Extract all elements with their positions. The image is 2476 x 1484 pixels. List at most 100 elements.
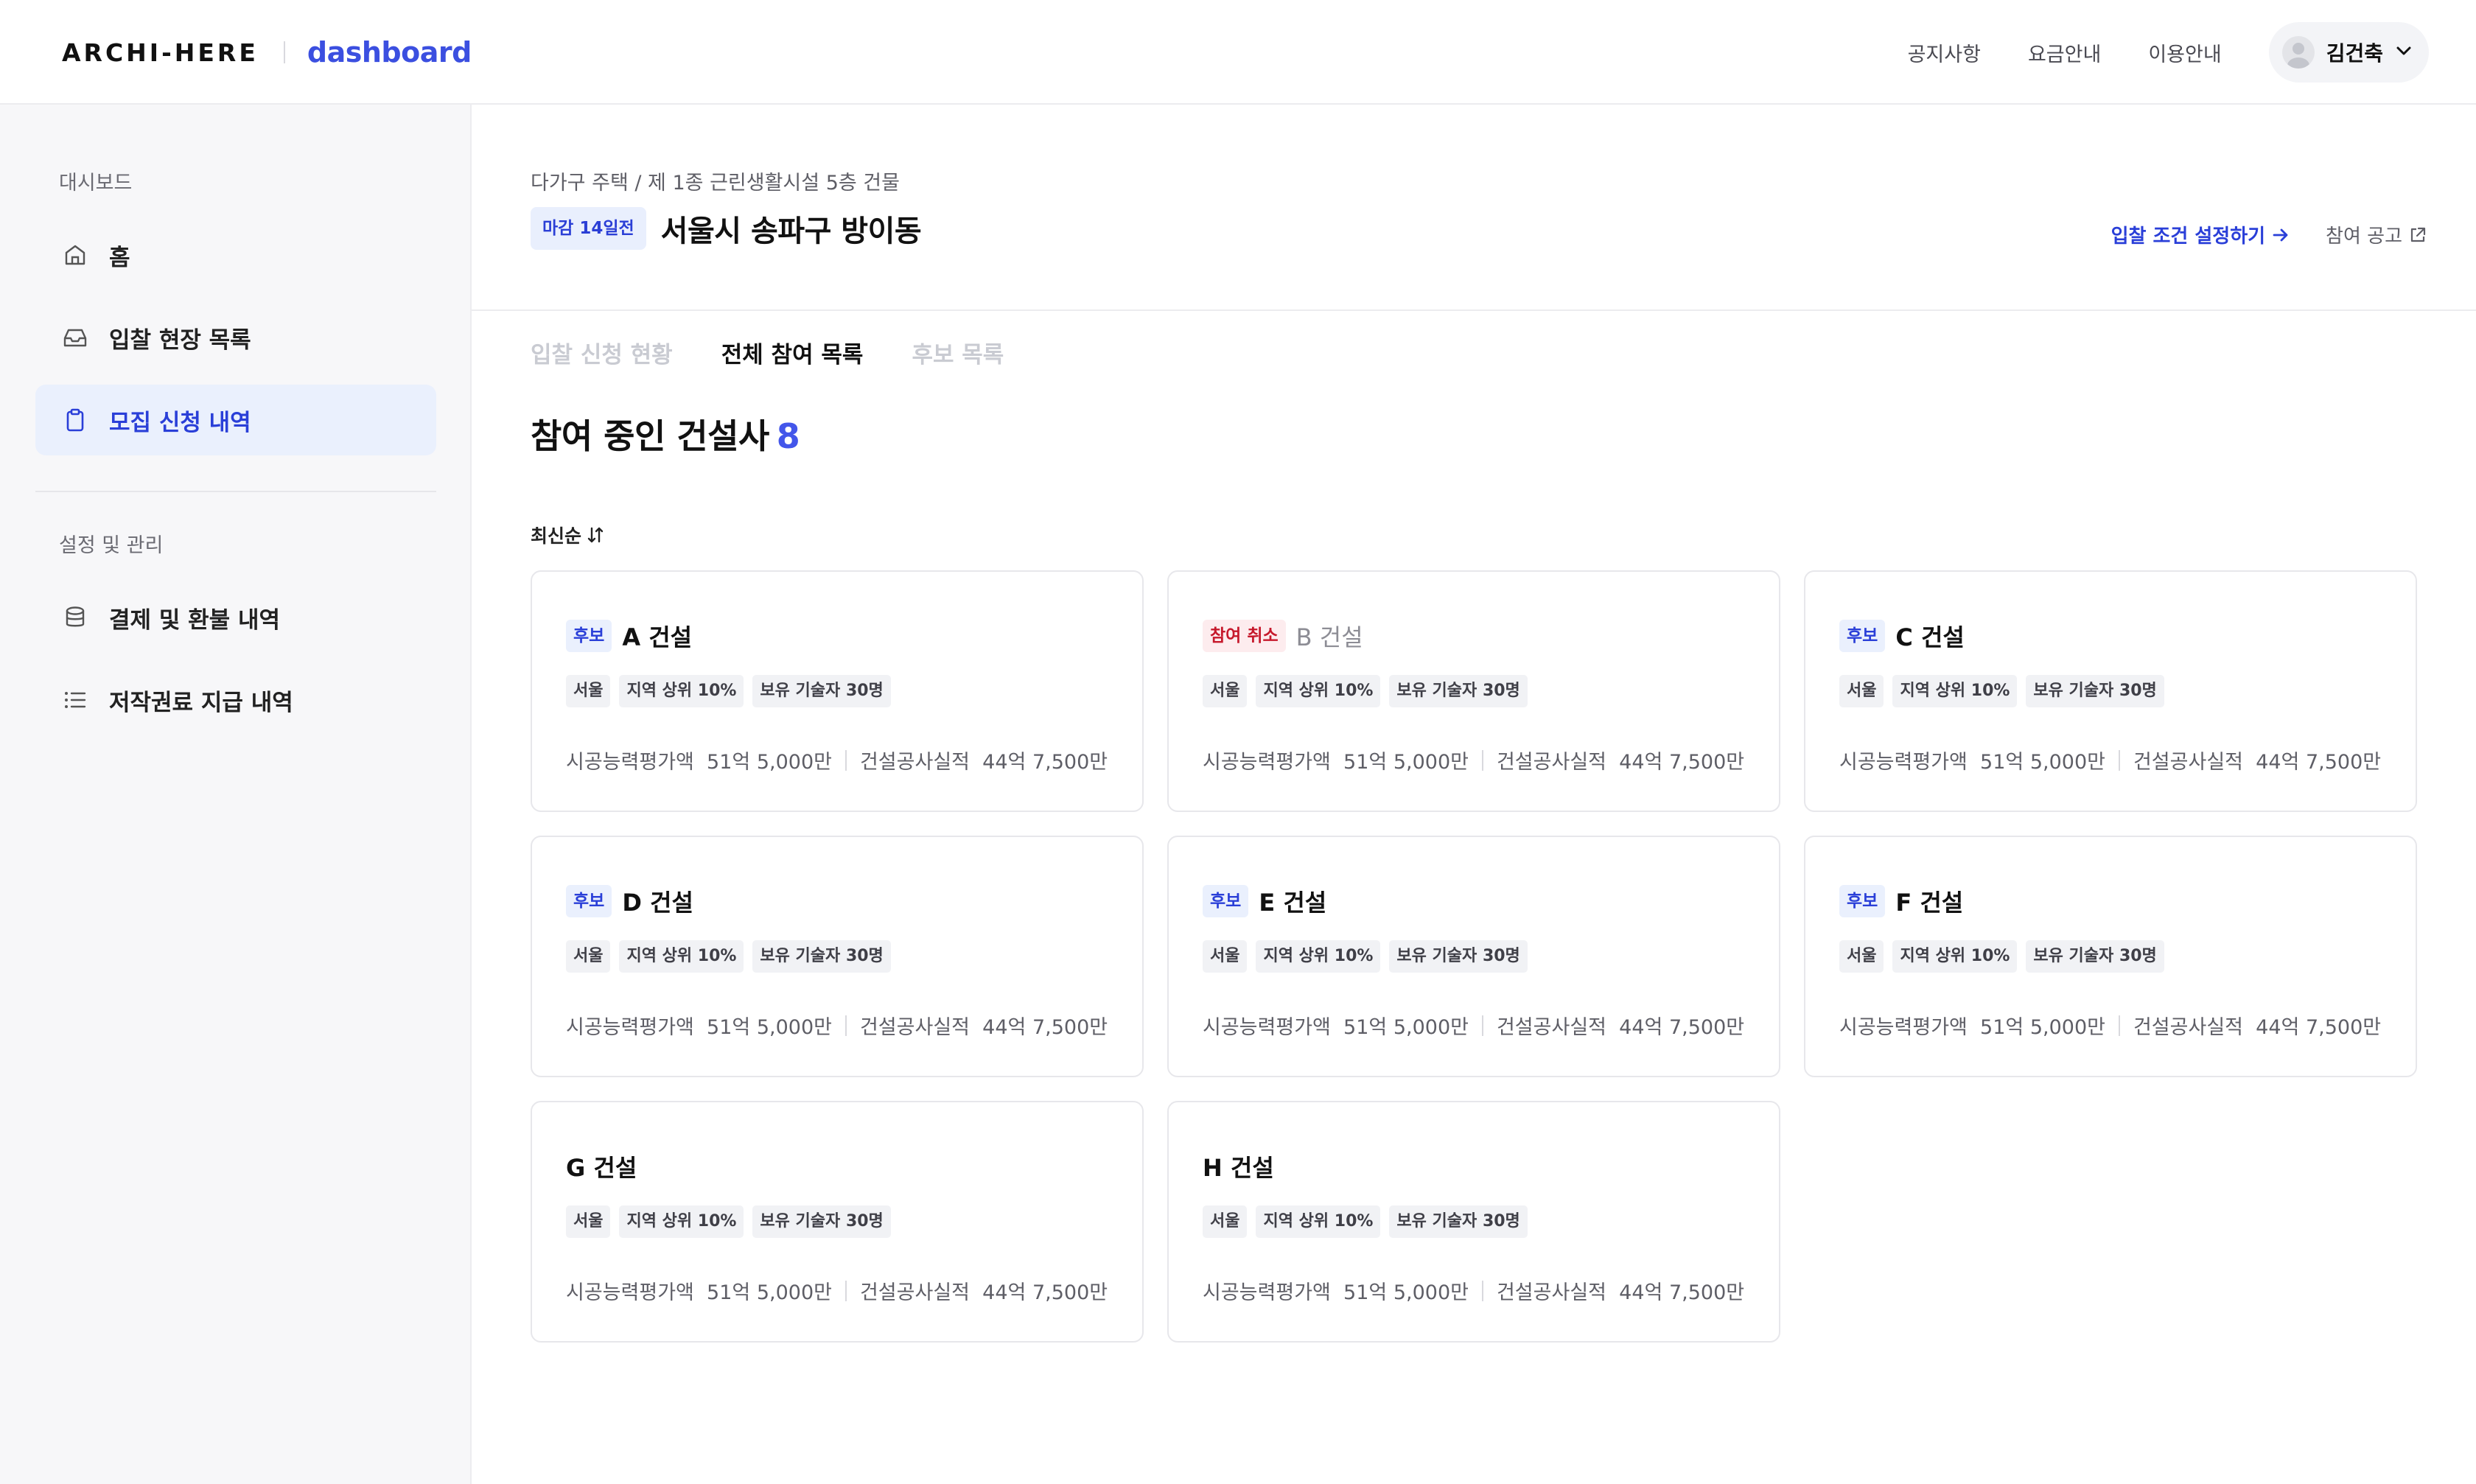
tab-all-participants[interactable]: 전체 참여 목록 xyxy=(721,336,864,369)
status-badge: 참여 취소 xyxy=(1203,620,1286,652)
tag: 서울 xyxy=(566,675,611,707)
construction-capacity-value: 시공능력평가액 51억 5,000만 xyxy=(1839,1016,2105,1039)
tag-row: 서울 지역 상위 10% 보유 기술자 30명 xyxy=(1839,675,2173,707)
clipboard-icon xyxy=(62,407,88,433)
metric-divider xyxy=(1481,1015,1483,1036)
company-name: H 건설 xyxy=(1203,1154,1274,1182)
header-divider xyxy=(472,309,2476,311)
avatar xyxy=(2281,36,2315,69)
sidebar-divider xyxy=(35,491,436,492)
tag-row: 서울 지역 상위 10% 보유 기술자 30명 xyxy=(1203,1205,1536,1238)
participant-card[interactable]: 참여 취소 B 건설 서울 지역 상위 10% 보유 기술자 30명 시공능력평가액 51… xyxy=(1167,570,1780,812)
metric-row: 시공능력평가액 51억 5,000만 건설공사실적 44억 7,500만 xyxy=(566,1276,1108,1305)
company-name: F 건설 xyxy=(1895,889,1964,917)
product-name[interactable]: dashboard xyxy=(307,36,472,69)
metric-divider xyxy=(2118,749,2120,771)
participants-heading-text: 참여 중인 건설사 xyxy=(531,416,769,456)
metric-divider xyxy=(844,1280,847,1301)
user-name: 김건축 xyxy=(2326,41,2383,66)
sidebar-item-label: 결제 및 환불 내역 xyxy=(109,606,281,634)
construction-capacity-value: 시공능력평가액 51억 5,000만 xyxy=(1203,1016,1469,1039)
company-name: D 건설 xyxy=(622,889,693,917)
chevron-down-icon xyxy=(2393,41,2414,64)
brand[interactable]: ARCHI-HERE dashboard xyxy=(62,0,472,105)
sidebar-item-label: 입찰 현장 목록 xyxy=(109,326,251,354)
sidebar-item-recruit-applications[interactable]: 모집 신청 내역 xyxy=(35,385,436,455)
nav-guide[interactable]: 이용안내 xyxy=(2148,38,2221,67)
metric-divider xyxy=(1481,1280,1483,1301)
card-title-row: G 건설 xyxy=(566,1149,637,1183)
metric-row: 시공능력평가액 51억 5,000만 건설공사실적 44억 7,500만 xyxy=(1839,746,2381,774)
list-icon xyxy=(62,687,88,713)
metric-row: 시공능력평가액 51억 5,000만 건설공사실적 44억 7,500만 xyxy=(566,1011,1108,1040)
sidebar-item-royalties[interactable]: 저작권료 지급 내역 xyxy=(35,665,436,735)
card-title-row: 후보 D 건설 xyxy=(566,884,693,918)
nav-notice[interactable]: 공지사항 xyxy=(1908,38,1981,67)
tag: 보유 기술자 30명 xyxy=(1389,1205,1528,1238)
participation-notice-link[interactable]: 참여 공고 xyxy=(2326,221,2427,248)
sidebar-item-payments[interactable]: 결제 및 환불 내역 xyxy=(35,582,436,653)
construction-record-value: 건설공사실적 44억 7,500만 xyxy=(859,751,1108,774)
card-title-row: 후보 E 건설 xyxy=(1203,884,1326,918)
tag: 서울 xyxy=(1203,940,1248,973)
status-badge: 후보 xyxy=(1839,620,1886,652)
participant-card[interactable]: 후보 D 건설 서울 지역 상위 10% 보유 기술자 30명 시공능력평가액 51억 5… xyxy=(531,836,1144,1077)
metric-row: 시공능력평가액 51억 5,000만 건설공사실적 44억 7,500만 xyxy=(566,746,1108,774)
construction-capacity-value: 시공능력평가액 51억 5,000만 xyxy=(566,751,832,774)
user-menu-button[interactable]: 김건축 xyxy=(2268,22,2429,83)
construction-record-value: 건설공사실적 44억 7,500만 xyxy=(859,1281,1108,1304)
project-header: 다가구 주택 / 제 1종 근린생활시설 5층 건물 마감 14일전 서울시 송… xyxy=(531,167,922,250)
construction-capacity-value: 시공능력평가액 51억 5,000만 xyxy=(1839,751,2105,774)
tag: 보유 기술자 30명 xyxy=(2026,940,2164,973)
tag-row: 서울 지역 상위 10% 보유 기술자 30명 xyxy=(1203,675,1536,707)
participant-card[interactable]: H 건설 서울 지역 상위 10% 보유 기술자 30명 시공능력평가액 51억 5,0… xyxy=(1167,1101,1780,1343)
metric-row: 시공능력평가액 51억 5,000만 건설공사실적 44억 7,500만 xyxy=(1839,1011,2381,1040)
sidebar-item-home[interactable]: 홈 xyxy=(35,220,436,290)
company-name: G 건설 xyxy=(566,1154,637,1182)
tag: 서울 xyxy=(1839,675,1884,707)
project-title: 서울시 송파구 방이동 xyxy=(660,214,922,248)
sidebar-item-label: 홈 xyxy=(109,244,130,271)
construction-record-value: 건설공사실적 44억 7,500만 xyxy=(2133,1016,2382,1039)
participant-card[interactable]: G 건설 서울 지역 상위 10% 보유 기술자 30명 시공능력평가액 51억 5,0… xyxy=(531,1101,1144,1343)
status-badge: 후보 xyxy=(566,620,612,652)
sidebar-item-bid-sites[interactable]: 입찰 현장 목록 xyxy=(35,302,436,373)
construction-record-value: 건설공사실적 44억 7,500만 xyxy=(1496,1016,1745,1039)
metric-divider xyxy=(1481,749,1483,771)
tag: 지역 상위 10% xyxy=(1256,675,1381,707)
participant-card[interactable]: 후보 E 건설서울 지역 상위 10% 보유 기술자 30명시공능력평가액 51억 5… xyxy=(1167,836,1780,1077)
participants-heading: 참여 중인 건설사 8 xyxy=(531,410,800,458)
construction-capacity-value: 시공능력평가액 51억 5,000만 xyxy=(566,1016,832,1039)
tag-row: 서울 지역 상위 10% 보유 기술자 30명 xyxy=(566,675,900,707)
project-subtitle: 다가구 주택 / 제 1종 근린생활시설 5층 건물 xyxy=(531,172,900,195)
metric-row: 시공능력평가액 51억 5,000만 건설공사실적 44억 7,500만 xyxy=(1203,746,1744,774)
tag-row: 서울 지역 상위 10% 보유 기술자 30명 xyxy=(1203,940,1536,973)
sidebar-item-label: 모집 신청 내역 xyxy=(109,409,251,436)
nav-pricing[interactable]: 요금안내 xyxy=(2028,38,2101,67)
sort-icon xyxy=(586,525,605,545)
sidebar-item-label: 저작권료 지급 내역 xyxy=(109,689,293,716)
company-name: C 건설 xyxy=(1895,623,1965,651)
participant-card[interactable]: 후보 A 건설서울 지역 상위 10% 보유 기술자 30명시공능력평가액 51억 5… xyxy=(531,570,1144,812)
tab-candidates[interactable]: 후보 목록 xyxy=(912,336,1004,369)
tag: 지역 상위 10% xyxy=(1256,1205,1381,1238)
participation-notice-label: 참여 공고 xyxy=(2326,225,2402,248)
participant-card[interactable]: 후보 F 건설 서울 지역 상위 10% 보유 기술자 30명 시공능력평가액 51억 5… xyxy=(1804,836,2417,1077)
sort-button[interactable]: 최신순 xyxy=(531,522,605,548)
card-title-row: 후보 A 건설 xyxy=(566,619,692,653)
logo[interactable]: ARCHI-HERE xyxy=(62,38,259,67)
metric-row: 시공능력평가액 51억 5,000만 건설공사실적 44억 7,500만 xyxy=(1203,1011,1744,1040)
participant-card[interactable]: 후보 C 건설서울 지역 상위 10% 보유 기술자 30명시공능력평가액 51억 5… xyxy=(1804,570,2417,812)
sidebar-section-dashboard: 대시보드 xyxy=(59,172,133,195)
database-icon xyxy=(62,604,88,631)
bid-settings-link[interactable]: 입찰 조건 설정하기 xyxy=(2111,221,2290,248)
card-title-row: H 건설 xyxy=(1203,1149,1274,1183)
sort-label: 최신순 xyxy=(531,525,582,547)
construction-capacity-value: 시공능력평가액 51억 5,000만 xyxy=(566,1281,832,1304)
metric-divider xyxy=(2118,1015,2120,1036)
tab-bar: 입찰 신청 현황 전체 참여 목록 후보 목록 xyxy=(531,336,1052,369)
construction-record-value: 건설공사실적 44억 7,500만 xyxy=(2133,751,2382,774)
tab-bid-status[interactable]: 입찰 신청 현황 xyxy=(531,336,673,369)
sidebar-section-settings: 설정 및 관리 xyxy=(59,534,164,557)
top-navigation-bar: ARCHI-HERE dashboard 공지사항 요금안내 이용안내 김건축 xyxy=(0,0,2476,105)
